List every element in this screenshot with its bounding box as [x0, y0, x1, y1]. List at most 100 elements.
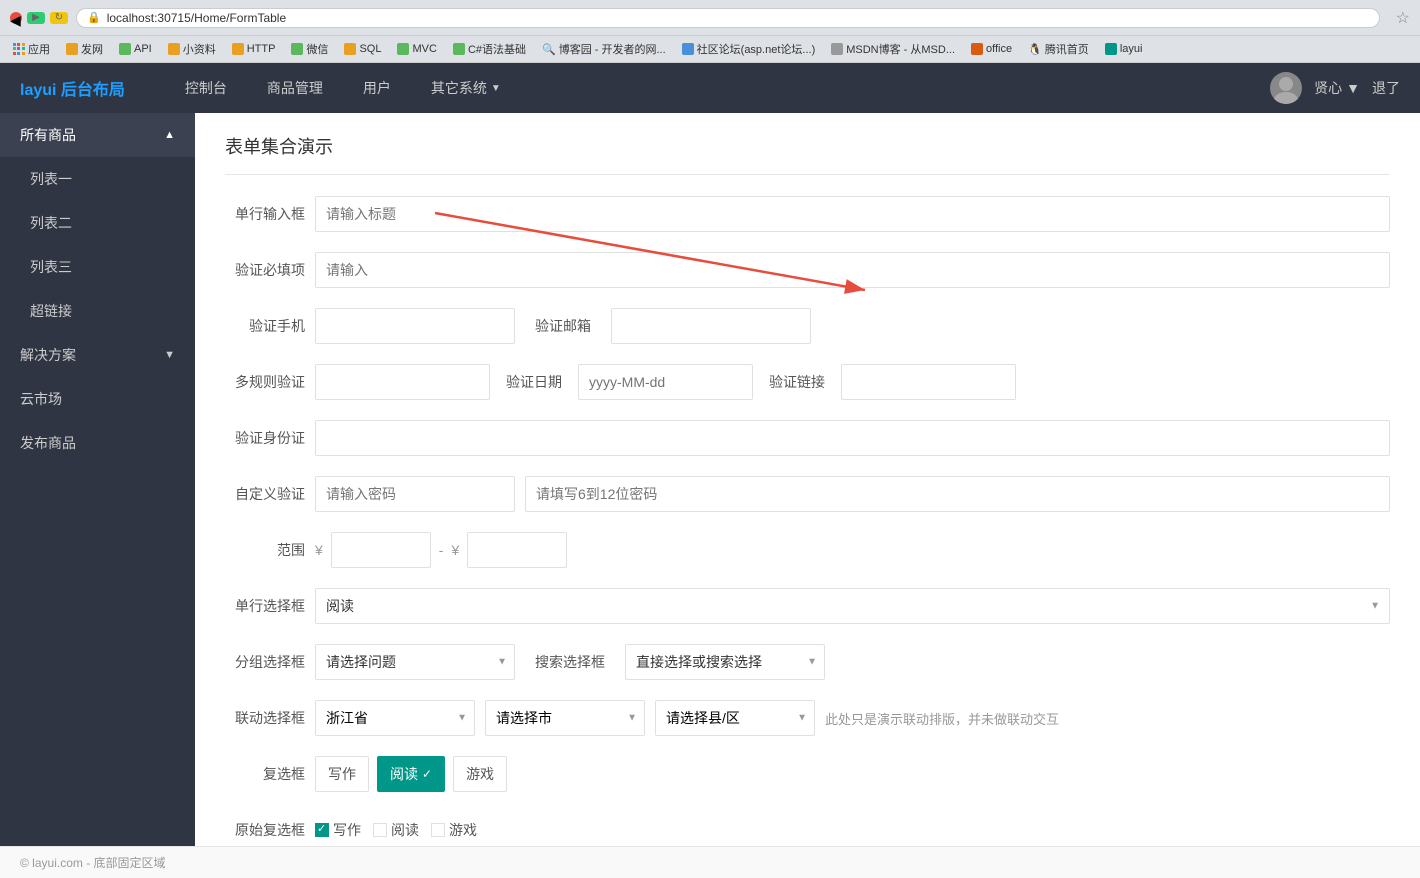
bookmark-13[interactable]: 🐧 腾讯首页 — [1023, 39, 1094, 59]
input-single-title[interactable] — [315, 196, 1390, 232]
field-linked: 浙江省 请选择市 请选择县/区 此处只是演示联动排版，并未做联动交互 — [315, 700, 1390, 736]
bookmark-10[interactable]: 社区论坛(asp.net论坛...) — [677, 39, 821, 59]
bookmark-2[interactable]: API — [114, 41, 157, 57]
bookmark-3[interactable]: 小资料 — [163, 39, 221, 59]
checkbox-btn-game[interactable]: 游戏 — [453, 756, 507, 792]
sidebar-item-link[interactable]: 超链接 — [0, 289, 195, 333]
form-item-orig-checkboxes: 原始复选框 写作 阅读 游戏 — [225, 811, 1390, 846]
select-city[interactable]: 请选择市 — [485, 700, 645, 736]
select-province-wrapper: 浙江省 — [315, 700, 475, 736]
bookmark-9[interactable]: 🔍 博客园 - 开发者的网... — [537, 39, 671, 59]
nav-products[interactable]: 商品管理 — [247, 63, 343, 113]
select-group[interactable]: 请选择问题 — [315, 644, 515, 680]
orig-checkbox-game[interactable]: 游戏 — [431, 820, 477, 840]
bookmark-6[interactable]: SQL — [339, 41, 386, 57]
checkbox-btn-read[interactable]: 阅读 ✓ — [377, 756, 445, 792]
page-title: 表单集合演示 — [225, 133, 1390, 175]
input-password[interactable] — [315, 476, 515, 512]
select-single[interactable]: 阅读 写作 游戏 — [315, 588, 1390, 624]
bookmark-14[interactable]: layui — [1100, 41, 1148, 57]
select-search[interactable]: 直接选择或搜索选择 — [625, 644, 825, 680]
form-item-select-single: 单行选择框 阅读 写作 游戏 — [225, 587, 1390, 625]
input-range-min[interactable] — [331, 532, 431, 568]
orig-checkbox-read[interactable]: 阅读 — [373, 820, 419, 840]
sidebar-item-list2[interactable]: 列表二 — [0, 201, 195, 245]
field-range: ¥ - ¥ — [315, 532, 1390, 568]
select-district[interactable]: 请选择县/区 — [655, 700, 815, 736]
app-logo: layui 后台布局 — [20, 76, 125, 100]
input-phone[interactable] — [315, 308, 515, 344]
input-multi-rule[interactable] — [315, 364, 490, 400]
bookmark-star[interactable]: ☆ — [1396, 8, 1410, 28]
range-prefix-1: ¥ — [315, 542, 323, 558]
label-search-select: 搜索选择框 — [535, 652, 605, 672]
browser-reload[interactable]: ↻ — [50, 12, 68, 24]
form-item-range: 范围 ¥ - ¥ — [225, 531, 1390, 569]
input-required[interactable] — [315, 252, 1390, 288]
avatar — [1270, 72, 1302, 104]
sidebar-arrow-5: ▼ — [164, 349, 175, 361]
nav-other-arrow: ▼ — [491, 83, 501, 94]
sidebar-item-publish[interactable]: 发布商品 — [0, 421, 195, 465]
select-district-wrapper: 请选择县/区 — [655, 700, 815, 736]
input-idcard[interactable] — [315, 420, 1390, 456]
browser-forward[interactable]: ▶ — [27, 12, 45, 24]
select-group-wrapper: 请选择问题 — [315, 644, 515, 680]
app-body: 所有商品 ▲ 列表一 列表二 列表三 超链接 解决方案 ▼ 云市场 发布商品 表… — [0, 113, 1420, 846]
sidebar-item-list3[interactable]: 列表三 — [0, 245, 195, 289]
label-single-input: 单行输入框 — [225, 204, 315, 224]
bookmark-12[interactable]: office — [966, 41, 1017, 57]
nav-users[interactable]: 用户 — [343, 63, 411, 113]
field-group-search-select: 请选择问题 搜索选择框 直接选择或搜索选择 — [315, 644, 1390, 680]
checkbox-btn-group: 写作 阅读 ✓ 游戏 — [315, 756, 507, 792]
bookmark-1[interactable]: 发网 — [61, 39, 108, 59]
label-link: 验证链接 — [769, 372, 825, 392]
sidebar-item-solutions[interactable]: 解决方案 ▼ — [0, 333, 195, 377]
select-city-wrapper: 请选择市 — [485, 700, 645, 736]
bookmark-11[interactable]: MSDN博客 - 从MSD... — [826, 39, 960, 59]
form-section: 单行输入框 验证必填项 验证手机 验证邮箱 — [225, 195, 1390, 846]
bookmark-4[interactable]: HTTP — [227, 41, 281, 57]
input-email[interactable] — [611, 308, 811, 344]
bookmark-8[interactable]: C#语法基础 — [448, 39, 531, 59]
label-checkbox-btns: 复选框 — [225, 764, 315, 784]
sidebar-item-list1[interactable]: 列表一 — [0, 157, 195, 201]
label-email: 验证邮箱 — [535, 316, 591, 336]
orig-checkbox-read-box — [373, 823, 387, 837]
bookmark-apps[interactable]: 应用 — [8, 39, 55, 59]
field-multi: 验证日期 验证链接 — [315, 364, 1390, 400]
browser-dot-back[interactable]: ◀ — [10, 12, 22, 24]
bookmark-7[interactable]: MVC — [392, 41, 441, 57]
label-date: 验证日期 — [506, 372, 562, 392]
input-range-max[interactable] — [467, 532, 567, 568]
label-idcard: 验证身份证 — [225, 428, 315, 448]
sidebar-item-all-products[interactable]: 所有商品 ▲ — [0, 113, 195, 157]
range-group: ¥ - ¥ — [315, 532, 567, 568]
label-select-single: 单行选择框 — [225, 596, 315, 616]
select-search-wrapper: 直接选择或搜索选择 — [625, 644, 825, 680]
sidebar: 所有商品 ▲ 列表一 列表二 列表三 超链接 解决方案 ▼ 云市场 发布商品 — [0, 113, 195, 846]
header-username[interactable]: 贤心 ▼ — [1314, 78, 1360, 98]
bookmark-5[interactable]: 微信 — [286, 39, 333, 59]
logout-button[interactable]: 退了 — [1372, 78, 1400, 98]
sidebar-item-cloud[interactable]: 云市场 — [0, 377, 195, 421]
field-phone-email: 验证邮箱 — [315, 308, 1390, 344]
app-header: layui 后台布局 控制台 商品管理 用户 其它系统 ▼ 贤心 ▼ 退了 — [0, 63, 1420, 113]
nav-dashboard[interactable]: 控制台 — [165, 63, 247, 113]
range-dash: - — [439, 542, 444, 558]
input-link[interactable] — [841, 364, 1016, 400]
select-province[interactable]: 浙江省 — [315, 700, 475, 736]
form-item-single-input: 单行输入框 — [225, 195, 1390, 233]
checkbox-btn-write[interactable]: 写作 — [315, 756, 369, 792]
orig-checkbox-write-box — [315, 823, 329, 837]
label-multi: 多规则验证 — [225, 372, 315, 392]
input-password-hint[interactable] — [525, 476, 1390, 512]
input-date[interactable] — [578, 364, 753, 400]
label-orig-checkboxes: 原始复选框 — [225, 820, 315, 840]
field-required — [315, 252, 1390, 288]
nav-other[interactable]: 其它系统 ▼ — [411, 63, 521, 113]
form-item-phone-email: 验证手机 验证邮箱 — [225, 307, 1390, 345]
field-single-input — [315, 196, 1390, 232]
browser-url-bar[interactable]: 🔒 localhost:30715/Home/FormTable — [76, 8, 1380, 28]
orig-checkbox-write[interactable]: 写作 — [315, 820, 361, 840]
